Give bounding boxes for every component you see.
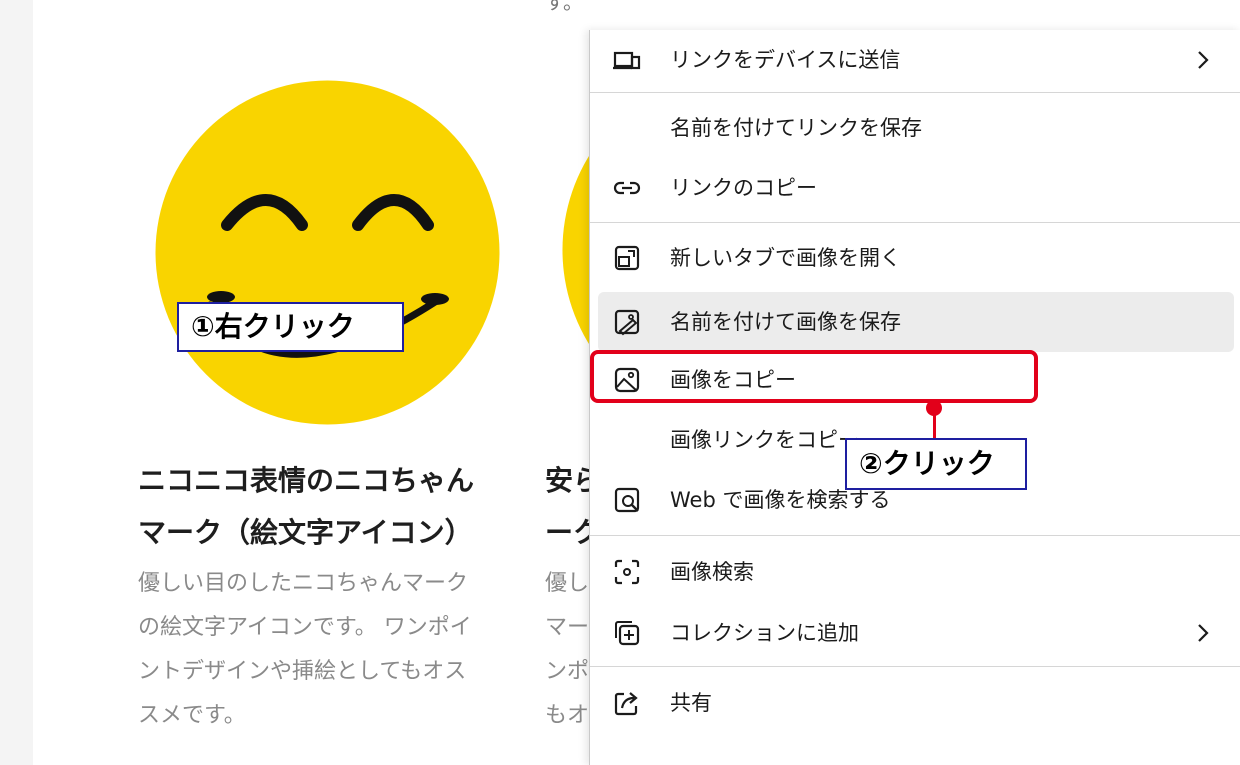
card-description: 優し [545,571,590,596]
menu-item-save-image-as[interactable]: 名前を付けて画像を保存 [598,292,1234,352]
device-send-icon [613,51,641,70]
page-text-fragment: す。 [545,0,583,14]
menu-item-copy-link[interactable]: リンクのコピー [590,158,1240,218]
annotation-step1-label: ①右クリック [177,302,404,352]
menu-item-label: 共有 [670,691,712,715]
menu-divider [590,666,1240,667]
image-search-icon [614,487,640,513]
chevron-right-icon [1198,624,1209,642]
card-description: の絵文字アイコンです。 ワンポイ [138,615,472,640]
menu-item-label: 新しいタブで画像を開く [670,246,901,270]
annotation-step2-label: ②クリック [845,438,1027,490]
menu-item-label: リンクのコピー [670,176,817,200]
menu-item-share[interactable]: 共有 [590,673,1240,733]
visual-search-icon [614,559,640,585]
menu-divider [590,222,1240,223]
card-description: もオ [545,703,590,728]
menu-item-save-link-as[interactable]: 名前を付けてリンクを保存 [590,98,1240,158]
card-title[interactable]: マーク（絵文字アイコン） [138,506,473,560]
menu-item-label: 名前を付けて画像を保存 [670,310,901,334]
left-gutter [0,0,33,765]
menu-item-label: リンクをデバイスに送信 [670,48,901,72]
menu-divider [590,92,1240,93]
highlight-copy-image [590,350,1038,403]
link-icon [613,181,641,195]
menu-item-label: 画像検索 [670,560,754,584]
menu-item-open-image-new-tab[interactable]: 新しいタブで画像を開く [590,228,1240,288]
card-description: マー [545,615,590,640]
card-title[interactable]: ニコニコ表情のニコちゃん [138,454,474,508]
share-icon [614,692,638,716]
menu-divider [590,535,1240,536]
card-description: スメです。 [138,703,246,728]
open-image-tab-icon [614,245,640,271]
annotation-dot [926,400,942,416]
menu-item-label: 名前を付けてリンクを保存 [670,116,922,140]
menu-item-add-to-collection[interactable]: コレクションに追加 [590,603,1240,663]
collection-add-icon [615,621,640,646]
chevron-right-icon [1198,51,1209,69]
save-image-icon [614,309,640,336]
smiley-face-image[interactable] [155,80,500,425]
card-description: ンポ [545,659,590,684]
menu-item-label: コレクションに追加 [670,621,859,645]
menu-item-send-link-to-device[interactable]: リンクをデバイスに送信 [590,30,1240,90]
menu-item-label: 画像リンクをコピー [670,428,859,452]
card-description: 優しい目のしたニコちゃんマーク [138,571,469,596]
card-description: ントデザインや挿絵としてもオス [138,659,467,684]
menu-item-visual-search[interactable]: 画像検索 [590,542,1240,602]
